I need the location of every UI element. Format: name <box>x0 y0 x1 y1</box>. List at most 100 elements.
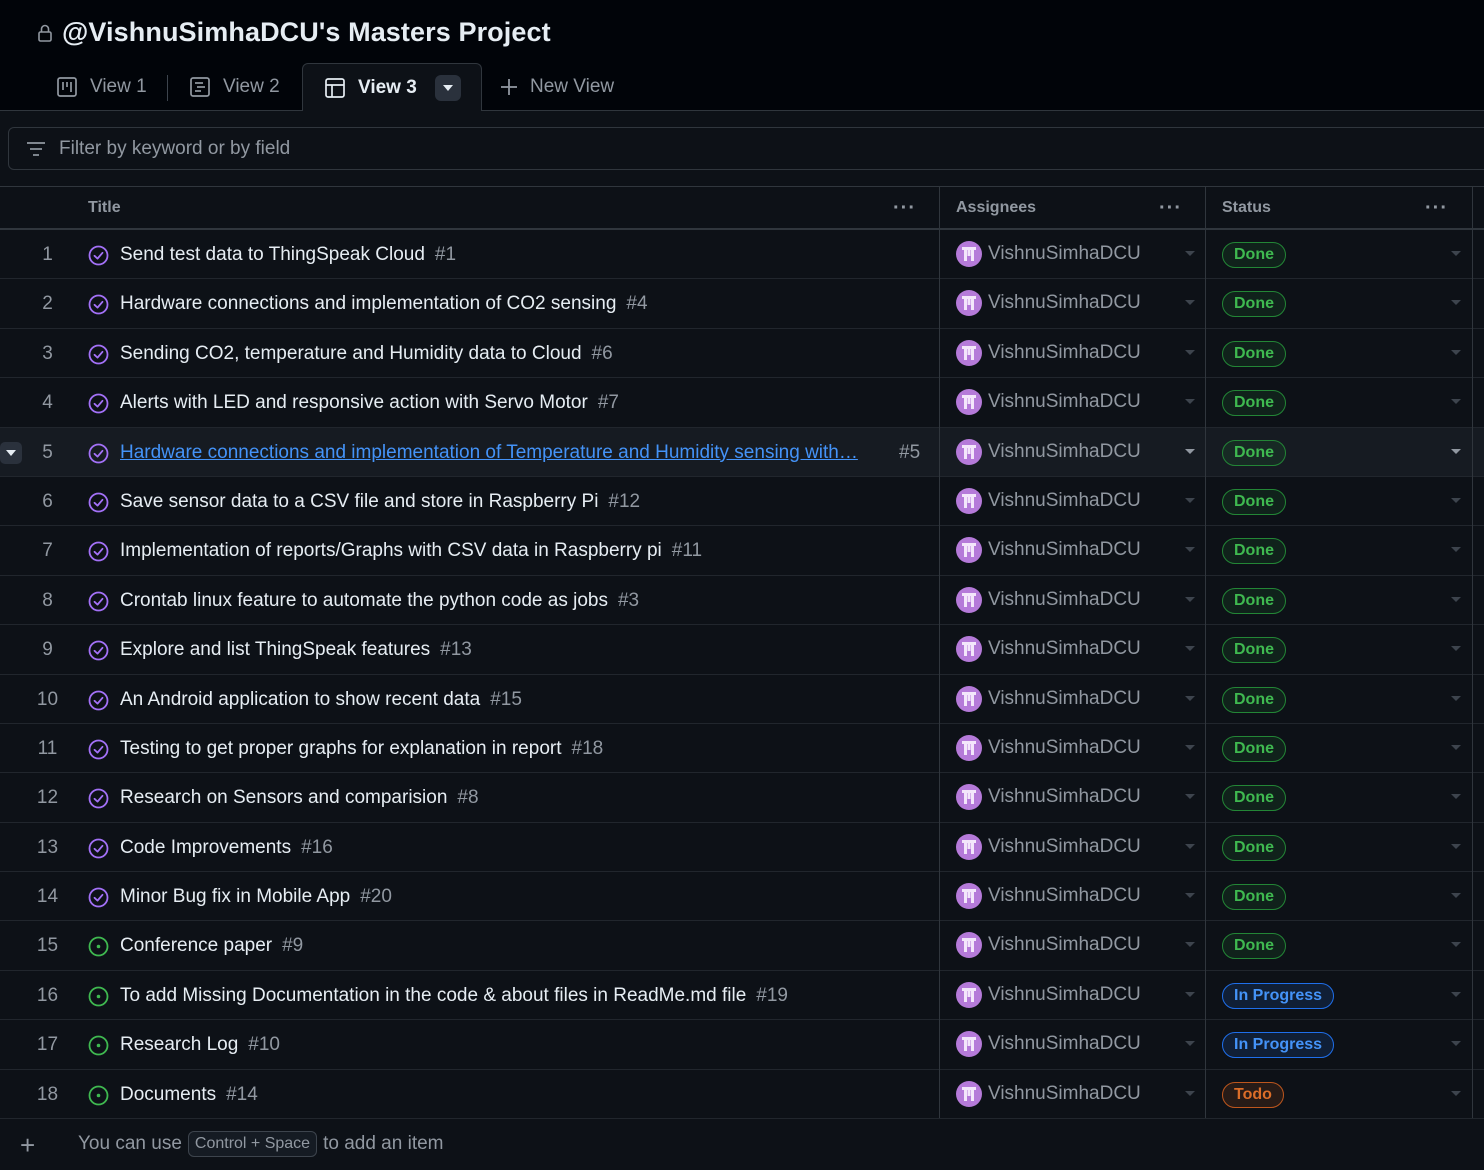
issue-title[interactable]: Implementation of reports/Graphs with CS… <box>120 526 702 575</box>
table-row[interactable]: 11 Testing to get proper graphs for expla… <box>0 724 1484 774</box>
issue-title-text[interactable]: Minor Bug fix in Mobile App <box>120 886 350 907</box>
table-row[interactable]: 16 To add Missing Documentation in the co… <box>0 971 1484 1021</box>
issue-title[interactable]: Hardware connections and implementation … <box>120 279 648 328</box>
status-dropdown-icon[interactable] <box>1451 695 1461 701</box>
new-view-button[interactable]: New View <box>500 63 614 111</box>
assignee-cell[interactable]: VishnuSimhaDCU <box>956 487 1141 514</box>
assignee-cell[interactable]: VishnuSimhaDCU <box>956 438 1141 465</box>
assignee-cell[interactable]: VishnuSimhaDCU <box>956 389 1141 416</box>
issue-title[interactable]: Sending CO2, temperature and Humidity da… <box>120 329 613 378</box>
table-row[interactable]: 10 An Android application to show recent … <box>0 675 1484 724</box>
status-badge[interactable]: Done <box>1222 834 1286 861</box>
issue-title[interactable]: Conference paper #9 <box>120 921 303 970</box>
issue-title-text[interactable]: Hardware connections and implementation … <box>120 442 858 463</box>
issue-title-text[interactable]: Explore and list ThingSpeak features <box>120 639 430 660</box>
assignee-cell[interactable]: VishnuSimhaDCU <box>956 981 1141 1008</box>
table-row[interactable]: 9 Explore and list ThingSpeak features #13… <box>0 625 1484 675</box>
issue-title-text[interactable]: To add Missing Documentation in the code… <box>120 985 746 1006</box>
issue-title[interactable]: Testing to get proper graphs for explana… <box>120 724 603 773</box>
issue-title[interactable]: Explore and list ThingSpeak features #13 <box>120 625 472 674</box>
assignee-dropdown-icon[interactable] <box>1185 349 1195 355</box>
issue-title[interactable]: Hardware connections and implementation … <box>120 428 858 477</box>
issue-title[interactable]: Documents #14 <box>120 1070 258 1119</box>
issue-title-text[interactable]: Testing to get proper graphs for explana… <box>120 738 562 759</box>
filter-input[interactable]: Filter by keyword or by field <box>8 127 1484 170</box>
issue-title-text[interactable]: Implementation of reports/Graphs with CS… <box>120 540 662 561</box>
status-badge[interactable]: Done <box>1222 390 1286 417</box>
issue-title[interactable]: Code Improvements #16 <box>120 823 333 872</box>
table-row[interactable]: 1 Send test data to ThingSpeak Cloud #1 Vis… <box>0 230 1484 280</box>
plus-icon[interactable]: + <box>20 1130 35 1161</box>
issue-title-text[interactable]: Hardware connections and implementation … <box>120 293 616 314</box>
assignee-dropdown-icon[interactable] <box>1185 794 1195 800</box>
status-dropdown-icon[interactable] <box>1451 497 1461 503</box>
status-dropdown-icon[interactable] <box>1451 251 1461 256</box>
status-badge[interactable]: Done <box>1222 340 1286 367</box>
status-badge[interactable]: Done <box>1222 686 1286 713</box>
status-dropdown-icon[interactable] <box>1451 646 1461 652</box>
issue-title[interactable]: Send test data to ThingSpeak Cloud #1 <box>120 230 456 279</box>
assignee-cell[interactable]: VishnuSimhaDCU <box>956 537 1141 564</box>
table-row[interactable]: 3 Sending CO2, temperature and Humidity d… <box>0 329 1484 379</box>
table-row[interactable]: 14 Minor Bug fix in Mobile App #20 VishnuSi… <box>0 872 1484 922</box>
status-dropdown-icon[interactable] <box>1451 547 1461 553</box>
status-dropdown-icon[interactable] <box>1451 448 1461 454</box>
column-header-status[interactable]: Status ··· <box>1222 187 1472 229</box>
issue-title-text[interactable]: Documents <box>120 1084 216 1105</box>
assignee-cell[interactable]: VishnuSimhaDCU <box>956 586 1141 613</box>
assignee-dropdown-icon[interactable] <box>1185 991 1195 997</box>
assignee-dropdown-icon[interactable] <box>1185 695 1195 701</box>
issue-title-text[interactable]: Crontab linux feature to automate the py… <box>120 590 608 611</box>
status-badge[interactable]: Done <box>1222 637 1286 664</box>
assignee-dropdown-icon[interactable] <box>1185 893 1195 899</box>
status-dropdown-icon[interactable] <box>1451 1041 1461 1047</box>
status-badge[interactable]: Done <box>1222 884 1286 911</box>
issue-title-text[interactable]: Alerts with LED and responsive action wi… <box>120 392 588 413</box>
table-row[interactable]: 12 Research on Sensors and comparision #8 V… <box>0 773 1484 823</box>
assignee-dropdown-icon[interactable] <box>1185 251 1195 256</box>
issue-title[interactable]: Save sensor data to a CSV file and store… <box>120 477 640 526</box>
column-header-assignees[interactable]: Assignees ··· <box>956 187 1206 229</box>
status-dropdown-icon[interactable] <box>1451 843 1461 849</box>
status-badge[interactable]: Done <box>1222 735 1286 762</box>
add-item-row[interactable]: + You can use Control + Space to add an … <box>0 1119 1484 1169</box>
status-dropdown-icon[interactable] <box>1451 596 1461 602</box>
tab-view-1[interactable]: View 1 <box>56 63 147 111</box>
issue-title[interactable]: Research on Sensors and comparision #8 <box>120 773 479 822</box>
issue-title[interactable]: Crontab linux feature to automate the py… <box>120 576 639 625</box>
issue-title-text[interactable]: Research on Sensors and comparision <box>120 787 447 808</box>
status-badge[interactable]: Done <box>1222 439 1286 466</box>
table-row[interactable]: 8 Crontab linux feature to automate the p… <box>0 576 1484 626</box>
status-badge[interactable]: Done <box>1222 785 1286 812</box>
assignee-dropdown-icon[interactable] <box>1185 744 1195 750</box>
assignee-dropdown-icon[interactable] <box>1185 596 1195 602</box>
status-badge[interactable]: Done <box>1222 242 1286 268</box>
tab-view-2[interactable]: View 2 <box>189 63 280 111</box>
status-badge[interactable]: In Progress <box>1222 1032 1335 1059</box>
issue-title[interactable]: An Android application to show recent da… <box>120 675 522 724</box>
assignee-cell[interactable]: VishnuSimhaDCU <box>956 1080 1141 1107</box>
table-row[interactable]: 18 Documents #14 VishnuSimhaDCU Todo <box>0 1070 1484 1120</box>
table-row[interactable]: 5 Hardware connections and implementation… <box>0 427 1484 477</box>
tab-view-3[interactable]: View 3 <box>302 63 482 112</box>
assignee-cell[interactable]: VishnuSimhaDCU <box>956 833 1141 860</box>
status-dropdown-icon[interactable] <box>1451 1090 1461 1096</box>
assignee-dropdown-icon[interactable] <box>1185 399 1195 405</box>
status-dropdown-icon[interactable] <box>1451 991 1461 997</box>
assignee-cell[interactable]: VishnuSimhaDCU <box>956 1031 1141 1058</box>
assignee-dropdown-icon[interactable] <box>1185 1090 1195 1096</box>
status-badge[interactable]: Todo <box>1222 1081 1284 1108</box>
issue-title-text[interactable]: Send test data to ThingSpeak Cloud <box>120 244 425 265</box>
table-row[interactable]: 7 Implementation of reports/Graphs with C… <box>0 526 1484 576</box>
assignee-dropdown-icon[interactable] <box>1185 646 1195 652</box>
table-row[interactable]: 17 Research Log #10 VishnuSimhaDCU In Progre… <box>0 1020 1484 1070</box>
status-dropdown-icon[interactable] <box>1451 744 1461 750</box>
issue-title[interactable]: Research Log #10 <box>120 1020 280 1069</box>
status-badge[interactable]: In Progress <box>1222 982 1335 1009</box>
assignee-cell[interactable]: VishnuSimhaDCU <box>956 685 1141 712</box>
status-dropdown-icon[interactable] <box>1451 300 1461 306</box>
column-menu-icon[interactable]: ··· <box>1425 197 1448 220</box>
issue-title-text[interactable]: Save sensor data to a CSV file and store… <box>120 491 598 512</box>
assignee-dropdown-icon[interactable] <box>1185 448 1195 454</box>
assignee-dropdown-icon[interactable] <box>1185 547 1195 553</box>
